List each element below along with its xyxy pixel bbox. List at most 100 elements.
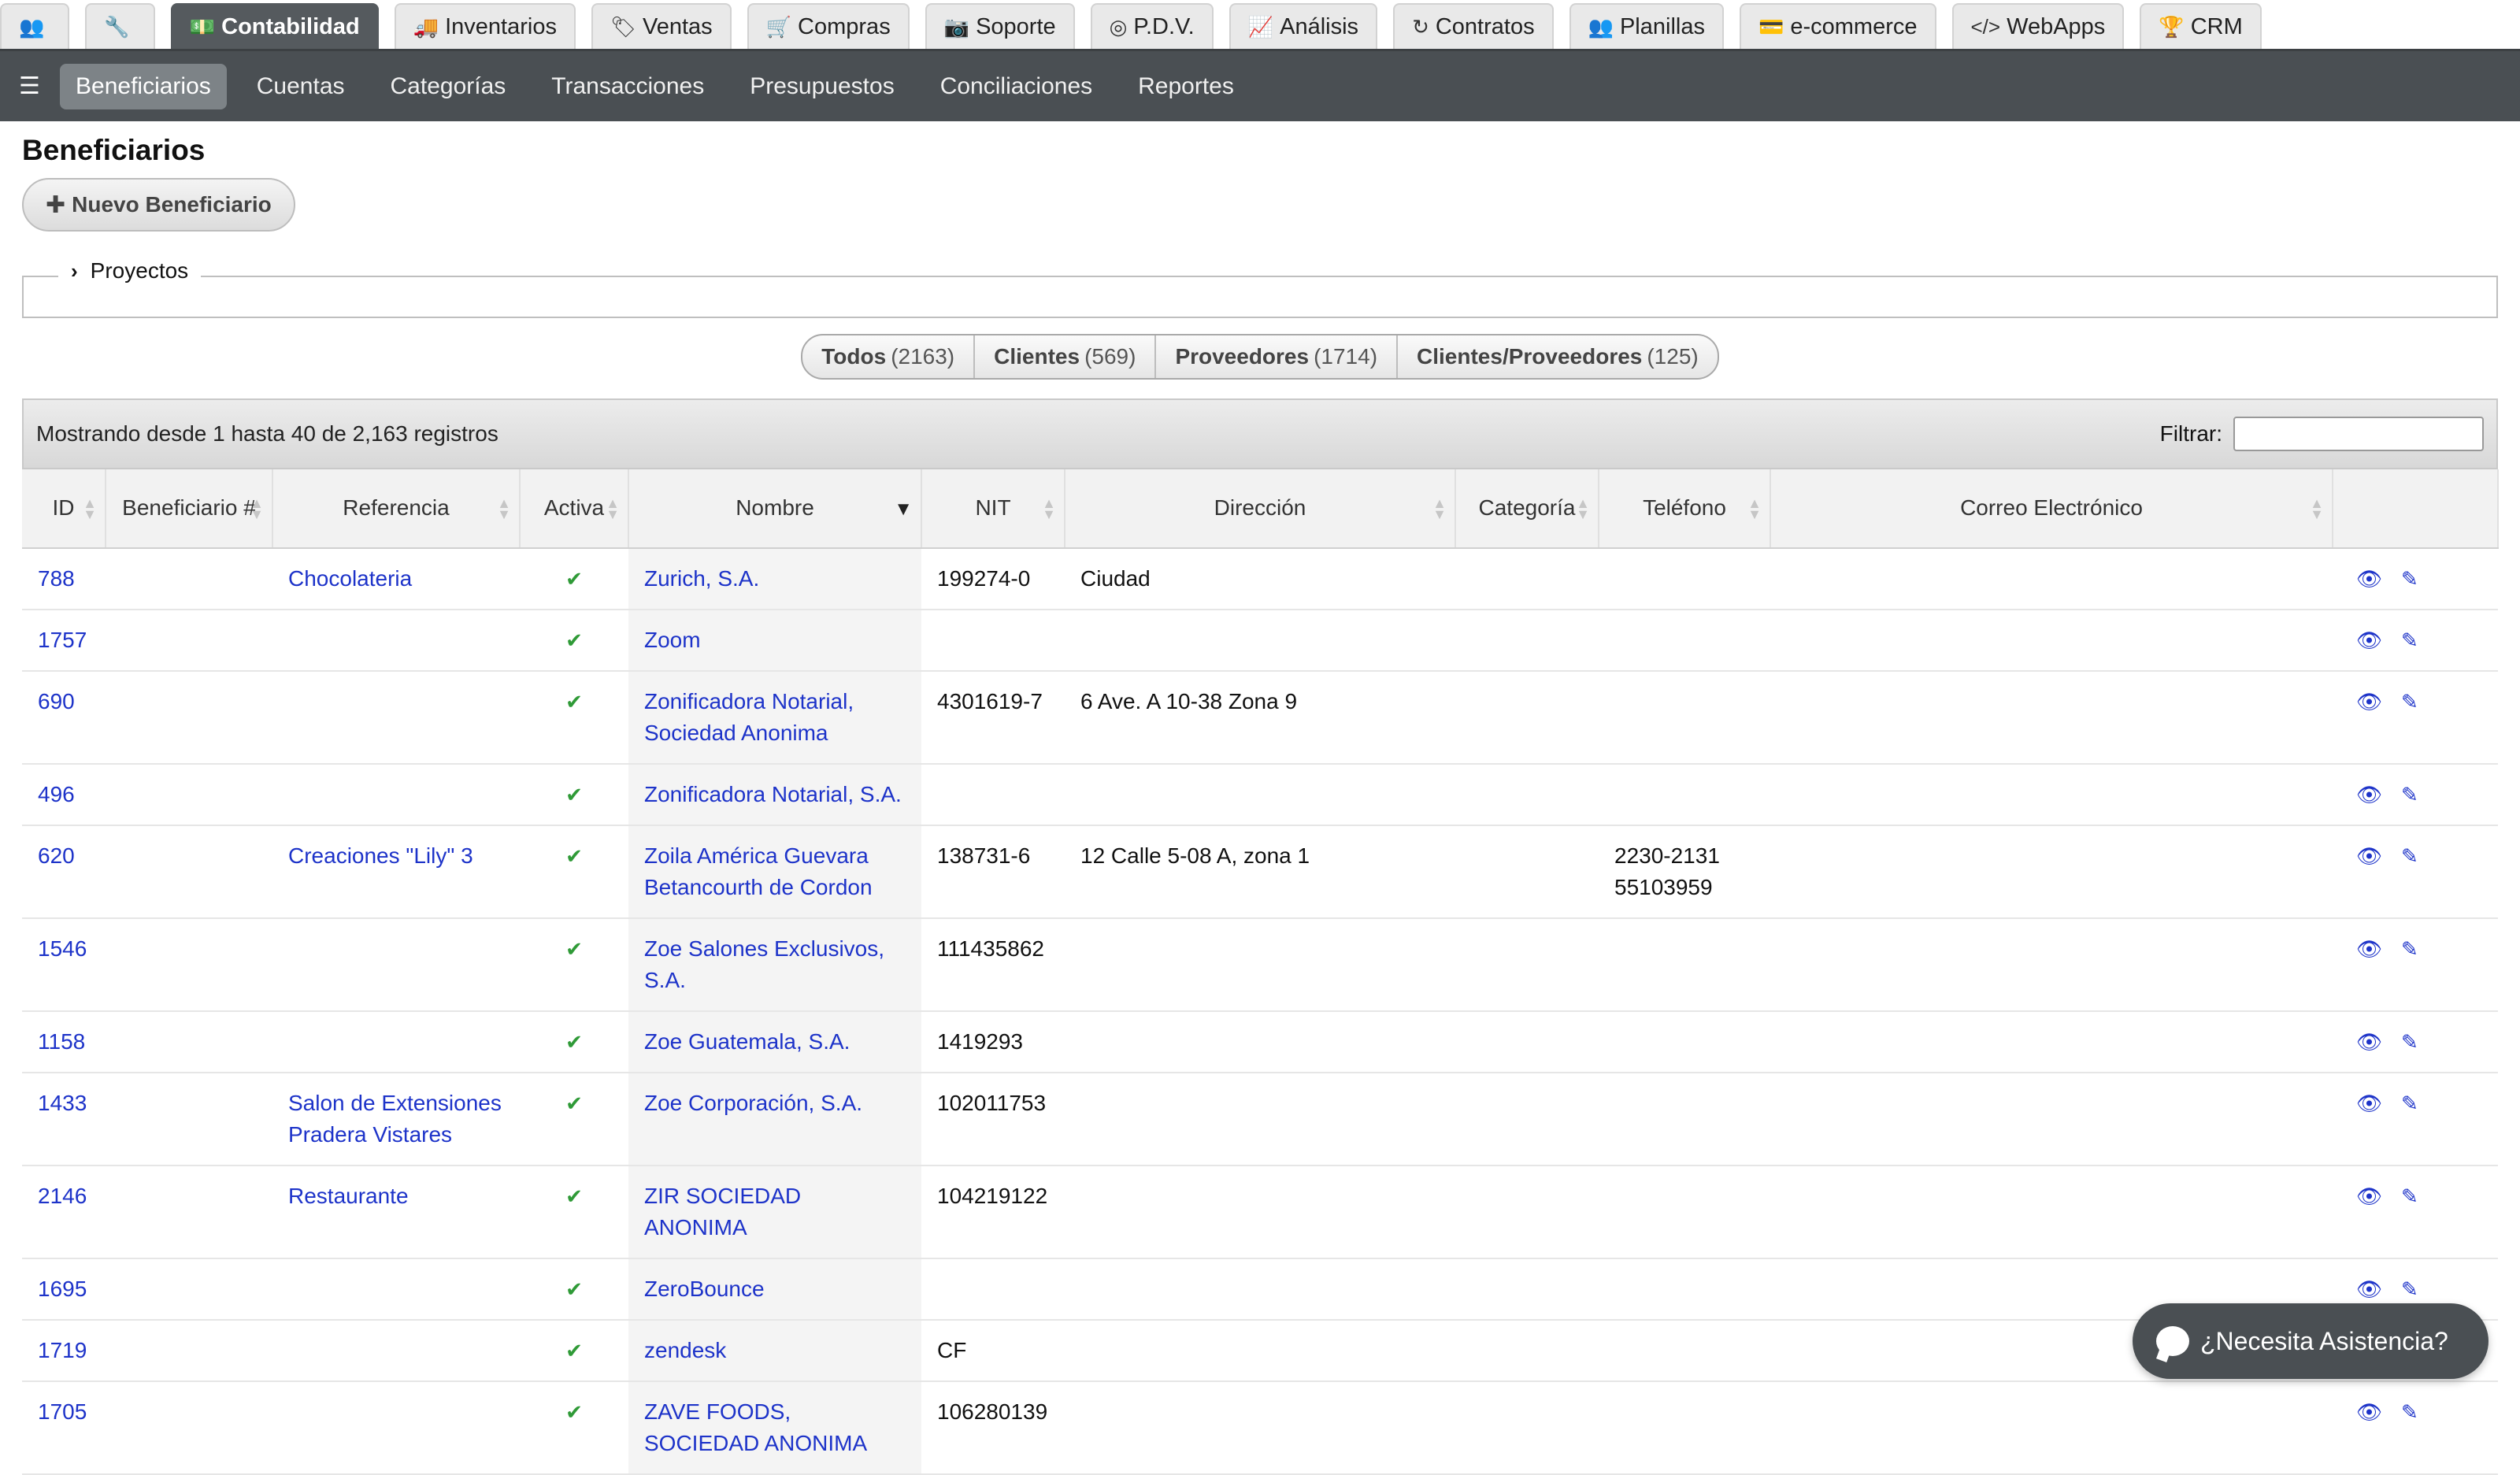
edit-icon[interactable]: ✎ [2401,628,2418,652]
subnav-item-presupuestos[interactable]: Presupuestos [734,64,910,109]
sort-both-icon: ▲ ▼ [83,495,97,522]
beneficiary-name-link[interactable]: Zoe Salones Exclusivos, S.A. [644,936,884,992]
top-tab-wrench[interactable]: 🔧 [85,3,155,49]
top-tab-compras[interactable]: 🛒 Compras [747,3,910,49]
filter-segment-clientes-proveedores[interactable]: Clientes/Proveedores (125) [1398,335,1718,378]
top-tab-e-commerce[interactable]: 💳 e-commerce [1739,3,1936,49]
beneficiary-name-link[interactable]: ZeroBounce [644,1277,765,1301]
view-eye-icon[interactable]: 👁 [2356,1400,2382,1424]
edit-icon[interactable]: ✎ [2401,1277,2418,1301]
beneficiary-id-link[interactable]: 1158 [38,1029,85,1054]
column-header-label: Nombre [736,495,814,521]
column-header-direcci-n[interactable]: Dirección ▲ ▼ [1065,469,1456,549]
beneficiary-id-link[interactable]: 788 [38,566,75,591]
top-tab-inventarios[interactable]: 🚚 Inventarios [394,3,576,49]
view-eye-icon[interactable]: 👁 [2356,937,2382,961]
beneficiary-id-link[interactable]: 2146 [38,1184,87,1208]
subnav-item-categor-as[interactable]: Categorías [375,64,522,109]
beneficiary-id-link[interactable]: 690 [38,689,75,713]
subnav-item-cuentas[interactable]: Cuentas [241,64,361,109]
beneficiary-name-link[interactable]: ZIR SOCIEDAD ANONIMA [644,1184,801,1240]
view-eye-icon[interactable]: 👁 [2356,1030,2382,1054]
column-header-id[interactable]: ID ▲ ▼ [22,469,106,549]
beneficiary-name-link[interactable]: Zoe Corporación, S.A. [644,1091,862,1115]
top-tab-users[interactable]: 👥 [0,3,70,49]
beneficiary-id-link[interactable]: 1695 [38,1277,87,1301]
top-tab-label: Inventarios [445,13,557,39]
reference-link[interactable]: Restaurante [288,1184,409,1208]
column-header-nit[interactable]: NIT ▲ ▼ [921,469,1065,549]
column-header-beneficiario-[interactable]: Beneficiario # ▲ ▼ [106,469,273,549]
top-tab-webapps[interactable]: </> WebApps [1951,3,2125,49]
column-header-correo-electr-nico[interactable]: Correo Electrónico ▲ ▼ [1770,469,2333,549]
column-header-categor-a[interactable]: Categoría ▲ ▼ [1455,469,1599,549]
cell-category [1455,548,1599,610]
beneficiary-name-link[interactable]: Zoe Guatemala, S.A. [644,1029,850,1054]
beneficiary-id-link[interactable]: 620 [38,843,75,868]
help-chat-button[interactable]: ¿Necesita Asistencia? [2133,1303,2488,1379]
column-header-nombre[interactable]: Nombre ▼ [628,469,922,549]
table-row: 2146 Restaurante ✔ ZIR SOCIEDAD ANONIMA 1042… [22,1166,2498,1259]
view-eye-icon[interactable]: 👁 [2356,690,2382,713]
edit-icon[interactable]: ✎ [2401,1184,2418,1208]
top-tab-crm[interactable]: 🏆 CRM [2140,3,2262,49]
pos-icon: ◎ [1109,14,1128,39]
reference-link[interactable]: Chocolateria [288,566,412,591]
column-header-tel-fono[interactable]: Teléfono ▲ ▼ [1599,469,1771,549]
edit-icon[interactable]: ✎ [2401,690,2418,713]
top-tab-p-d-v-[interactable]: ◎ P.D.V. [1090,3,1214,49]
top-tab-soporte[interactable]: 📷 Soporte [925,3,1075,49]
edit-icon[interactable]: ✎ [2401,783,2418,806]
beneficiary-name-link[interactable]: Zoila América Guevara Betancourth de Cor… [644,843,873,899]
cell-reference: Chocolateria [272,548,520,610]
reference-link[interactable]: Creaciones "Lily" 3 [288,843,473,868]
subnav-item-reportes[interactable]: Reportes [1122,64,1250,109]
beneficiary-name-link[interactable]: ZAVE FOODS, SOCIEDAD ANONIMA [644,1399,867,1455]
new-beneficiary-button[interactable]: ✚ Nuevo Beneficiario [22,178,295,232]
view-eye-icon[interactable]: 👁 [2356,628,2382,652]
beneficiary-id-link[interactable]: 1719 [38,1338,87,1362]
edit-icon[interactable]: ✎ [2401,1030,2418,1054]
reference-link[interactable]: Salon de Extensiones Pradera Vistares [288,1091,502,1147]
filter-segment-proveedores[interactable]: Proveedores (1714) [1156,335,1399,378]
cell-reference [272,671,520,765]
beneficiary-id-link[interactable]: 1705 [38,1399,87,1424]
view-eye-icon[interactable]: 👁 [2356,783,2382,806]
view-eye-icon[interactable]: 👁 [2356,844,2382,868]
edit-icon[interactable]: ✎ [2401,1400,2418,1424]
subnav-item-transacciones[interactable]: Transacciones [536,64,720,109]
settings-sliders-icon[interactable]: ☰ [19,72,60,100]
filter-segment-clientes[interactable]: Clientes (569) [975,335,1157,378]
edit-icon[interactable]: ✎ [2401,937,2418,961]
top-tab-contabilidad[interactable]: 💵 Contabilidad [170,3,379,49]
view-eye-icon[interactable]: 👁 [2356,1091,2382,1115]
column-header-activa[interactable]: Activa ▲ ▼ [520,469,629,549]
subnav-item-beneficiarios[interactable]: Beneficiarios [60,63,227,109]
beneficiary-id-link[interactable]: 1546 [38,936,87,961]
beneficiary-name-link[interactable]: Zurich, S.A. [644,566,759,591]
filter-segment-todos[interactable]: Todos (2163) [802,335,976,378]
top-tab-an-lisis[interactable]: 📈 Análisis [1228,3,1378,49]
edit-icon[interactable]: ✎ [2401,844,2418,868]
cell-name: Zonificadora Notarial, S.A. [628,764,921,826]
view-eye-icon[interactable]: 👁 [2356,567,2382,591]
beneficiary-name-link[interactable]: Zoom [644,628,701,652]
beneficiary-name-link[interactable]: zendesk [644,1338,726,1362]
subnav-item-conciliaciones[interactable]: Conciliaciones [925,64,1108,109]
projects-toggle[interactable]: › Proyectos [58,258,202,284]
column-header-referencia[interactable]: Referencia ▲ ▼ [272,469,521,549]
beneficiary-id-link[interactable]: 1757 [38,628,87,652]
beneficiary-name-link[interactable]: Zonificadora Notarial, S.A. [644,782,902,806]
beneficiary-id-link[interactable]: 1433 [38,1091,87,1115]
beneficiary-name-link[interactable]: Zonificadora Notarial, Sociedad Anonima [644,689,854,745]
filter-input[interactable] [2233,417,2484,451]
view-eye-icon[interactable]: 👁 [2356,1184,2382,1208]
top-tab-planillas[interactable]: 👥 Planillas [1569,3,1724,49]
segment-label: Clientes [994,344,1080,369]
view-eye-icon[interactable]: 👁 [2356,1277,2382,1301]
beneficiary-id-link[interactable]: 496 [38,782,75,806]
edit-icon[interactable]: ✎ [2401,567,2418,591]
top-tab-contratos[interactable]: ↻ Contratos [1393,3,1554,49]
top-tab-ventas[interactable]: 🏷 Ventas [591,3,732,49]
edit-icon[interactable]: ✎ [2401,1091,2418,1115]
